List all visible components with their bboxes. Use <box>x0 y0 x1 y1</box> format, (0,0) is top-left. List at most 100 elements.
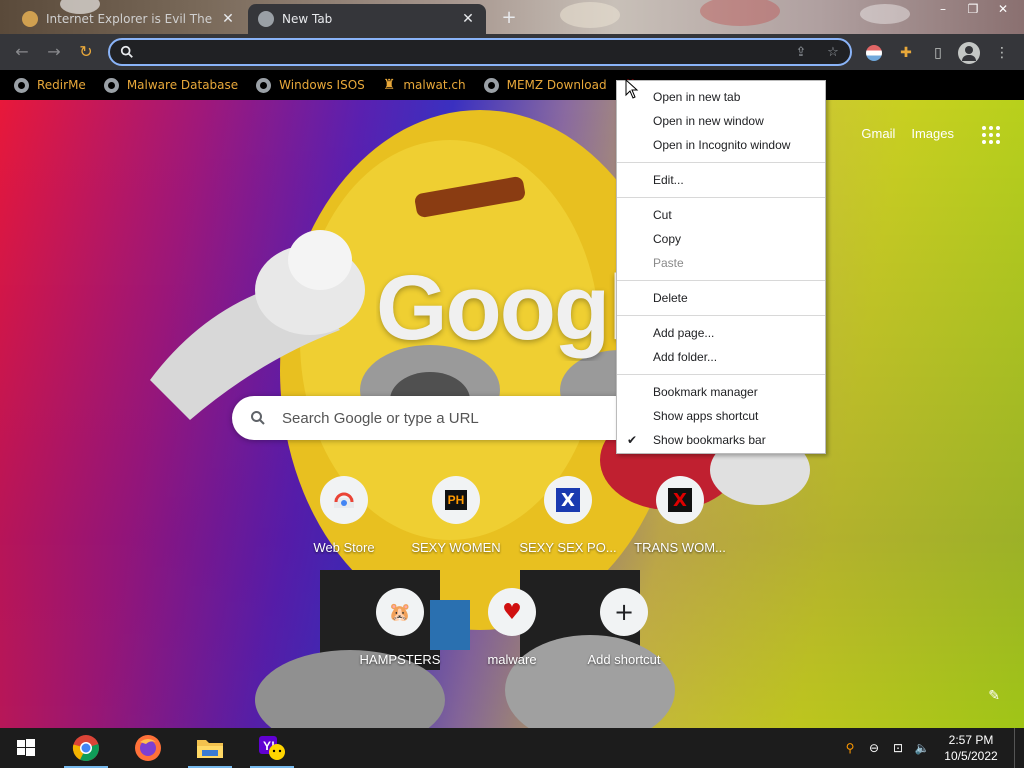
window-controls: – ❐ ✕ <box>928 0 1018 20</box>
taskbar-app-file-explorer[interactable] <box>182 728 238 768</box>
customize-pencil-icon[interactable]: ✎ <box>988 688 1000 704</box>
add-shortcut-button[interactable]: + Add shortcut <box>568 588 680 667</box>
menu-item-paste: Paste <box>653 256 684 270</box>
forward-button[interactable]: → <box>44 42 64 62</box>
shortcut-tile[interactable]: X TRANS WOM... <box>624 476 736 555</box>
webstore-icon <box>320 476 368 524</box>
tab-active[interactable]: New Tab ✕ <box>248 4 486 34</box>
share-icon[interactable]: ⇪ <box>792 44 810 62</box>
windows-taskbar: Y! ⚲ ⊖ ⊡ 🔈 2:57 PM 10/5/2022 <box>0 728 1024 768</box>
tab-close-icon[interactable]: ✕ <box>220 11 236 27</box>
menu-item-add-folder[interactable]: Add folder... <box>617 345 825 369</box>
bookmark-item[interactable]: Malware Database <box>103 77 238 93</box>
menu-item-open-new-tab[interactable]: Open in new tab <box>617 85 825 109</box>
address-bar[interactable]: ⇪ ☆ <box>108 38 852 66</box>
close-button[interactable]: ✕ <box>988 0 1018 20</box>
taskbar-clock[interactable]: 2:57 PM 10/5/2022 <box>934 732 1008 764</box>
bookmark-item[interactable]: ♜ malwat.ch <box>383 77 466 93</box>
menu-item-show-bookmarks-bar[interactable]: ✔ Show bookmarks bar <box>617 428 825 452</box>
shortcut-tile[interactable]: 🐹 HAMPSTERS <box>344 588 456 667</box>
ph-icon: PH <box>432 476 480 524</box>
tab-strip: Internet Explorer is Evil The Story ✕ Ne… <box>0 0 1024 34</box>
robot-icon: ♜ <box>382 77 396 93</box>
globe-icon <box>256 77 272 93</box>
globe-icon <box>103 77 119 93</box>
x-logo-red-icon: X <box>656 476 704 524</box>
menu-separator <box>617 162 825 163</box>
bookmark-item[interactable]: MEMZ Download <box>483 77 607 93</box>
menu-item-delete[interactable]: Delete <box>617 286 825 310</box>
menu-item-open-new-window[interactable]: Open in new window <box>617 109 825 133</box>
menu-separator <box>617 197 825 198</box>
images-link[interactable]: Images <box>911 126 954 141</box>
volume-icon[interactable]: 🔈 <box>910 741 934 755</box>
show-desktop-button[interactable] <box>1014 728 1024 768</box>
menu-item-add-page[interactable]: Add page... <box>617 321 825 345</box>
address-input[interactable] <box>140 42 780 62</box>
extension-flag-icon[interactable] <box>864 43 884 63</box>
globe-icon <box>483 77 499 93</box>
tab-inactive[interactable]: Internet Explorer is Evil The Story ✕ <box>12 4 246 34</box>
google-logo: Google <box>376 257 616 359</box>
menu-separator <box>617 315 825 316</box>
profile-avatar-icon[interactable] <box>958 42 980 64</box>
new-tab-button[interactable]: + <box>498 7 520 28</box>
shortcut-tile[interactable]: PH SEXY WOMEN <box>400 476 512 555</box>
menu-kebab-icon[interactable]: ⋮ <box>992 43 1012 63</box>
menu-item-edit[interactable]: Edit... <box>617 168 825 192</box>
plus-icon: + <box>600 588 648 636</box>
start-button[interactable] <box>0 728 52 768</box>
clock-date: 10/5/2022 <box>944 749 998 763</box>
hamster-icon: 🐹 <box>376 588 424 636</box>
shortcut-tile[interactable]: ♥ malware <box>456 588 568 667</box>
bookmarks-bar: RedirMe Malware Database Windows ISOS ♜ m… <box>0 70 1024 100</box>
minimize-button[interactable]: – <box>928 0 958 20</box>
globe-icon <box>258 11 274 27</box>
bookmark-item[interactable]: Windows ISOS <box>256 77 365 93</box>
yahoo-messenger-icon: Y! <box>259 736 285 760</box>
bookmark-context-menu: Open in new tab Open in new window Open … <box>616 80 826 454</box>
site-favicon-icon <box>22 11 38 27</box>
google-top-links: Gmail Images <box>861 126 954 141</box>
shortcut-tile[interactable]: Web Store <box>288 476 400 555</box>
taskbar-app-firefox[interactable] <box>120 728 176 768</box>
firefox-icon <box>135 735 161 761</box>
restore-button[interactable]: ❐ <box>958 0 988 20</box>
menu-item-cut[interactable]: Cut <box>617 203 825 227</box>
menu-item-show-apps-shortcut[interactable]: Show apps shortcut <box>617 404 825 428</box>
network-status-icon[interactable]: ⊖ <box>862 741 886 755</box>
file-explorer-icon <box>197 740 223 758</box>
shortcut-tile[interactable]: X SEXY SEX PO... <box>512 476 624 555</box>
menu-separator <box>617 280 825 281</box>
background-splatter <box>700 0 780 26</box>
menu-item-bookmark-manager[interactable]: Bookmark manager <box>617 380 825 404</box>
reload-button[interactable]: ↻ <box>76 42 96 62</box>
tab-title: Internet Explorer is Evil The Story <box>46 12 212 26</box>
background-splatter <box>860 4 910 24</box>
taskbar-app-yahoo-messenger[interactable]: Y! <box>244 728 300 768</box>
google-apps-icon[interactable] <box>982 126 1000 144</box>
menu-item-open-incognito[interactable]: Open in Incognito window <box>617 133 825 157</box>
browser-toolbar: ← → ↻ ⇪ ☆ ✚ ▯ ⋮ <box>0 34 1024 70</box>
side-panel-icon[interactable]: ▯ <box>928 43 948 63</box>
x-logo-blue-icon: X <box>544 476 592 524</box>
tab-title: New Tab <box>282 12 333 26</box>
network-icon[interactable]: ⊡ <box>886 741 910 755</box>
background-splatter <box>560 2 620 28</box>
clock-time: 2:57 PM <box>948 733 994 747</box>
system-tray: ⚲ ⊖ ⊡ 🔈 2:57 PM 10/5/2022 <box>838 728 1024 768</box>
bookmark-star-icon[interactable]: ☆ <box>824 44 842 62</box>
google-search-input[interactable] <box>282 407 622 429</box>
search-tray-icon[interactable]: ⚲ <box>838 741 862 755</box>
bookmark-item[interactable]: RedirMe <box>14 77 86 93</box>
menu-item-copy[interactable]: Copy <box>617 227 825 251</box>
search-icon <box>120 45 133 58</box>
mouse-cursor-icon <box>625 79 639 99</box>
gmail-link[interactable]: Gmail <box>861 126 895 141</box>
heart-icon: ♥ <box>488 588 536 636</box>
tab-close-icon[interactable]: ✕ <box>460 11 476 27</box>
chrome-icon <box>72 735 99 762</box>
taskbar-app-chrome[interactable] <box>58 728 114 768</box>
extensions-puzzle-icon[interactable]: ✚ <box>896 43 916 63</box>
back-button[interactable]: ← <box>12 42 32 62</box>
